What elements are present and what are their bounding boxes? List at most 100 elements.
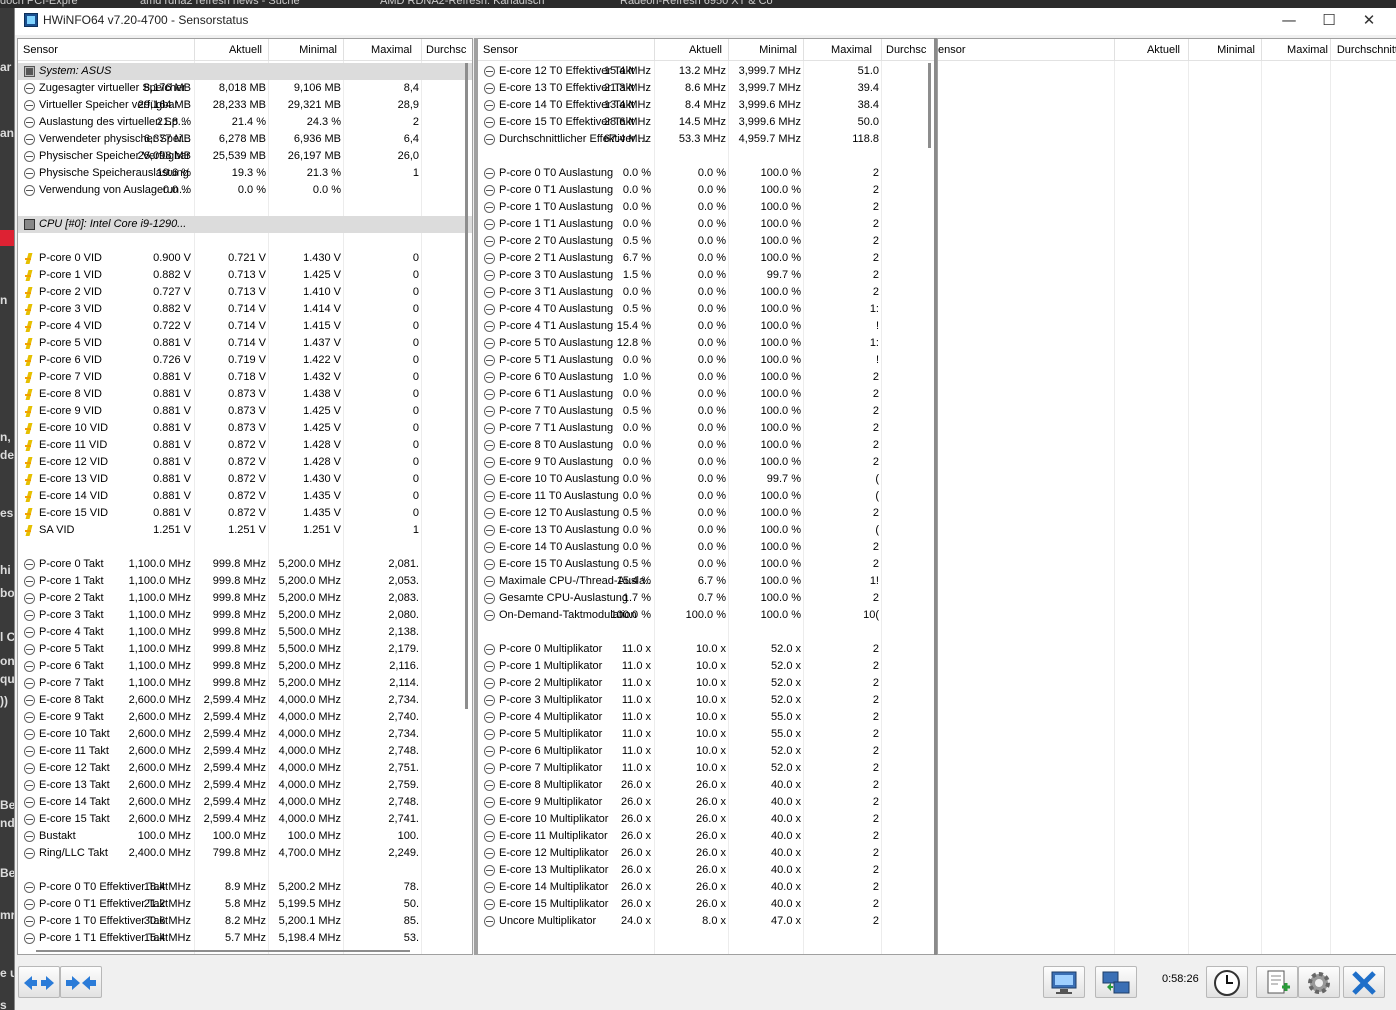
sensor-row[interactable]: E-core 11 Takt 2,600.0 MHz 2,599.4 MHz 4,00… [18,743,472,760]
sensor-row[interactable]: P-core 6 T1 Auslastung 0.0 % 0.0 % 100.0 % 2 [478,386,934,403]
sensor-row[interactable]: E-core 13 Takt 2,600.0 MHz 2,599.4 MHz 4,00… [18,777,472,794]
sensor-row[interactable]: P-core 2 VID 0.727 V 0.713 V 1.410 V0 [18,284,472,301]
sensor-row[interactable]: Virtueller Speicher verfügbar 29,164 MB 28… [18,97,472,114]
switch-layout-button[interactable] [1095,966,1137,998]
sensor-row[interactable]: E-core 14 Takt 2,600.0 MHz 2,599.4 MHz 4,00… [18,794,472,811]
network-button[interactable] [1043,966,1085,998]
sensor-row[interactable]: P-core 3 T1 Auslastung 0.0 % 0.0 % 100.0 % 2 [478,284,934,301]
col-sensor[interactable]: Sensor [483,44,603,58]
sensor-row[interactable]: On-Demand-Taktmodulation 100.0 % 100.0 % 10… [478,607,934,624]
sensor-row[interactable]: E-core 12 T0 Effektiver Takt 15.4 MHz 13.2… [478,63,934,80]
sensor-row[interactable]: P-core 7 Multiplikator 11.0 x 10.0 x 52.0 x… [478,760,934,777]
sensor-group-row[interactable]: System: ASUS [18,63,472,80]
reset-timer-button[interactable] [1206,966,1248,998]
sensor-row[interactable]: Verwendung von Auslagerun... 0.0 % 0.0 % 0.… [18,182,472,199]
sensor-row[interactable]: P-core 1 T1 Effektiver Takt 15.4 MHz 5.7 M… [18,930,472,947]
sensor-row[interactable]: E-core 11 T0 Auslastung 0.0 % 0.0 % 100.0 %… [478,488,934,505]
sensor-row[interactable]: E-core 12 VID 0.881 V 0.872 V 1.428 V0 [18,454,472,471]
sensor-row[interactable]: P-core 4 T1 Auslastung 15.4 % 0.0 % 100.0 %… [478,318,934,335]
sensor-row[interactable]: P-core 2 Takt 1,100.0 MHz 999.8 MHz 5,200.0… [18,590,472,607]
sensor-row[interactable]: P-core 6 T0 Auslastung 1.0 % 0.0 % 100.0 % 2 [478,369,934,386]
sensor-row[interactable]: Physische Speicherauslastung 19.6 % 19.3 %… [18,165,472,182]
sensor-row[interactable]: P-core 7 VID 0.881 V 0.718 V 1.432 V0 [18,369,472,386]
sensor-row[interactable]: P-core 0 T1 Effektiver Takt 21.2 MHz 5.8 M… [18,896,472,913]
sensor-row[interactable]: P-core 0 T0 Auslastung 0.0 % 0.0 % 100.0 % 2 [478,165,934,182]
sensor-row[interactable]: E-core 10 T0 Auslastung 0.0 % 0.0 % 99.7 %( [478,471,934,488]
sensor-row[interactable]: P-core 5 T0 Auslastung 12.8 % 0.0 % 100.0 %… [478,335,934,352]
sensor-row[interactable]: P-core 5 T1 Auslastung 0.0 % 0.0 % 100.0 %! [478,352,934,369]
sensor-row[interactable]: E-core 11 Multiplikator 26.0 x 26.0 x 40.0 … [478,828,934,845]
col-max[interactable]: Maximal [348,44,412,58]
sensor-row[interactable]: P-core 1 T0 Auslastung 0.0 % 0.0 % 100.0 % 2 [478,199,934,216]
sensor-row[interactable]: P-core 3 Multiplikator 11.0 x 10.0 x 52.0 x… [478,692,934,709]
horizontal-scrollbar[interactable] [36,950,410,952]
sensor-row[interactable]: P-core 4 Multiplikator 11.0 x 10.0 x 55.0 x… [478,709,934,726]
col-min[interactable]: Minimal [273,44,337,58]
sensor-row[interactable]: P-core 5 Multiplikator 11.0 x 10.0 x 55.0 x… [478,726,934,743]
sensor-row[interactable]: Maximale CPU-/Thread-Ausla... 15.4 % 6.7 %… [478,573,934,590]
sensor-row[interactable]: E-core 15 T0 Auslastung 0.5 % 0.0 % 100.0 %… [478,556,934,573]
col-current[interactable]: Aktuell [658,44,722,58]
sensor-row[interactable]: P-core 0 Multiplikator 11.0 x 10.0 x 52.0 x… [478,641,934,658]
sensor-row[interactable]: P-core 7 T1 Auslastung 0.0 % 0.0 % 100.0 % 2 [478,420,934,437]
sensor-row[interactable]: P-core 2 T0 Auslastung 0.5 % 0.0 % 100.0 % 2 [478,233,934,250]
sensor-row[interactable]: P-core 1 T1 Auslastung 0.0 % 0.0 % 100.0 % 2 [478,216,934,233]
sensor-row[interactable]: P-core 6 VID 0.726 V 0.719 V 1.422 V0 [18,352,472,369]
sensor-row[interactable]: E-core 15 VID 0.881 V 0.872 V 1.435 V0 [18,505,472,522]
sensor-row[interactable]: E-core 12 T0 Auslastung 0.5 % 0.0 % 100.0 %… [478,505,934,522]
sensor-row[interactable]: E-core 15 Takt 2,600.0 MHz 2,599.4 MHz 4,00… [18,811,472,828]
sensor-row[interactable]: E-core 14 T0 Effektiver Takt 13.4 MHz 8.4 … [478,97,934,114]
sensor-row[interactable]: P-core 0 T1 Auslastung 0.0 % 0.0 % 100.0 % 2 [478,182,934,199]
sensor-row[interactable]: P-core 3 T0 Auslastung 1.5 % 0.0 % 99.7 % 2 [478,267,934,284]
sensor-row[interactable]: E-core 8 VID 0.881 V 0.873 V 1.438 V0 [18,386,472,403]
col-min[interactable]: Minimal [733,44,797,58]
sensor-row[interactable]: E-core 9 T0 Auslastung 0.0 % 0.0 % 100.0 % 2 [478,454,934,471]
sensor-row[interactable]: P-core 4 VID 0.722 V 0.714 V 1.415 V0 [18,318,472,335]
vertical-scrollbar[interactable] [928,63,931,148]
sensor-row[interactable]: E-core 9 Takt 2,600.0 MHz 2,599.4 MHz 4,000… [18,709,472,726]
sensor-row[interactable]: E-core 13 T0 Auslastung 0.0 % 0.0 % 100.0 %… [478,522,934,539]
collapse-all-button[interactable] [60,966,102,998]
sensor-row[interactable]: E-core 13 T0 Effektiver Takt 21.3 MHz 8.6 … [478,80,934,97]
sensor-row[interactable]: SA VID 1.251 V 1.251 V 1.251 V1 [18,522,472,539]
col-max[interactable]: Maximal [1264,44,1328,58]
sensor-row[interactable]: E-core 12 Multiplikator 26.0 x 26.0 x 40.0 … [478,845,934,862]
close-sensors-button[interactable] [1343,966,1385,998]
sensor-row[interactable]: E-core 14 Multiplikator 26.0 x 26.0 x 40.0 … [478,879,934,896]
sensor-row[interactable]: E-core 13 VID 0.881 V 0.872 V 1.430 V0 [18,471,472,488]
sensor-row[interactable]: E-core 11 VID 0.881 V 0.872 V 1.428 V0 [18,437,472,454]
sensor-row[interactable]: E-core 13 Multiplikator 26.0 x 26.0 x 40.0 … [478,862,934,879]
sensor-row[interactable]: Durchschnittlicher Effektiver ... 67.4 MH… [478,131,934,148]
sensor-row[interactable]: P-core 0 Takt 1,100.0 MHz 999.8 MHz 5,200.0… [18,556,472,573]
sensor-row[interactable]: E-core 8 Takt 2,600.0 MHz 2,599.4 MHz 4,000… [18,692,472,709]
sensor-row[interactable]: P-core 6 Multiplikator 11.0 x 10.0 x 52.0 x… [478,743,934,760]
sensor-row[interactable]: E-core 9 Multiplikator 26.0 x 26.0 x 40.0 x… [478,794,934,811]
sensor-row[interactable]: P-core 1 VID 0.882 V 0.713 V 1.425 V0 [18,267,472,284]
col-sensor[interactable]: ensor [938,44,998,58]
col-current[interactable]: Aktuell [1116,44,1180,58]
sensor-row[interactable]: Verwendeter physischer Spei... 6,377 MB 6,… [18,131,472,148]
expand-all-button[interactable] [18,966,60,998]
sensor-row[interactable]: P-core 7 T0 Auslastung 0.5 % 0.0 % 100.0 % 2 [478,403,934,420]
sensor-row[interactable]: P-core 6 Takt 1,100.0 MHz 999.8 MHz 5,200.0… [18,658,472,675]
sensor-row[interactable]: P-core 0 VID 0.900 V 0.721 V 1.430 V0 [18,250,472,267]
sensor-row[interactable]: P-core 1 Takt 1,100.0 MHz 999.8 MHz 5,200.0… [18,573,472,590]
sensor-row[interactable]: E-core 15 T0 Effektiver Takt 28.6 MHz 14.5… [478,114,934,131]
sensor-row[interactable]: P-core 1 Multiplikator 11.0 x 10.0 x 52.0 x… [478,658,934,675]
col-avg[interactable]: Durchschnitt [1333,44,1396,58]
col-sensor[interactable]: Sensor [23,44,143,58]
sensor-row[interactable]: P-core 4 T0 Auslastung 0.5 % 0.0 % 100.0 % 1… [478,301,934,318]
sensor-row[interactable]: E-core 8 Multiplikator 26.0 x 26.0 x 40.0 x… [478,777,934,794]
sensor-row[interactable]: P-core 3 Takt 1,100.0 MHz 999.8 MHz 5,200.0… [18,607,472,624]
col-current[interactable]: Aktuell [198,44,262,58]
sensor-row[interactable]: Physischer Speicher Verfügbar 26,098 MB 25… [18,148,472,165]
sensor-row[interactable]: E-core 15 Multiplikator 26.0 x 26.0 x 40.0 … [478,896,934,913]
sensor-row[interactable]: P-core 3 VID 0.882 V 0.714 V 1.414 V0 [18,301,472,318]
col-min[interactable]: Minimal [1191,44,1255,58]
settings-button[interactable] [1298,966,1340,998]
sensor-row[interactable]: E-core 10 VID 0.881 V 0.873 V 1.425 V0 [18,420,472,437]
sensor-row[interactable]: Ring/LLC Takt 2,400.0 MHz 799.8 MHz 4,700.0… [18,845,472,862]
sensor-row[interactable]: E-core 10 Multiplikator 26.0 x 26.0 x 40.0 … [478,811,934,828]
col-max[interactable]: Maximal [808,44,872,58]
add-report-button[interactable] [1256,966,1298,998]
